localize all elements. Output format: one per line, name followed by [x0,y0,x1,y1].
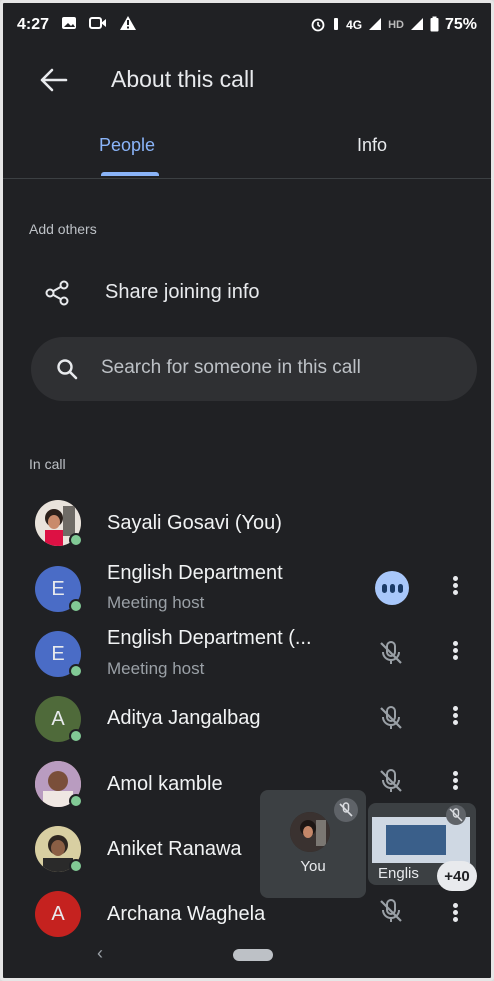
more-options-icon[interactable] [447,574,463,602]
signal-icon-2 [410,17,424,34]
nav-back-icon[interactable]: ‹ [97,943,103,964]
tab-selected-indicator [101,172,159,176]
participant-name: English Department [107,562,283,584]
participant-avatar: A [35,696,83,743]
mic-off-icon [334,798,358,822]
self-video-thumbnail [290,812,330,852]
more-options-icon[interactable] [447,901,463,929]
participant-avatar [35,761,83,808]
gallery-icon [61,16,77,35]
self-tile-label: You [300,858,326,875]
nav-home-pill[interactable] [233,949,273,961]
avatar-letter: E [51,642,65,665]
participant-name: Aniket Ranawa [107,838,242,860]
network-type: 4G [346,18,363,32]
online-status-dot [69,599,83,613]
participant-role: Meeting host [107,593,205,612]
avatar-letter: A [51,707,65,730]
participant-name: English Department (... [107,627,312,649]
more-participants-badge[interactable]: +40 [437,861,477,891]
participant-role: Meeting host [107,659,205,678]
status-time: 4:27 [17,16,50,33]
back-arrow-icon[interactable] [39,67,69,93]
meet-icon [89,16,107,35]
app-bar: About this call [3,55,491,105]
avatar-letter: E [51,577,65,600]
mic-off-icon [446,805,466,825]
participant-avatar: E [35,566,83,613]
online-status-dot [69,533,83,547]
participant-name: Amol kamble [107,773,223,795]
mic-off-icon [377,897,405,925]
participant-row[interactable]: A Archana Waghela [3,881,491,945]
battery-icon [430,16,439,35]
add-others-heading: Add others [29,221,97,237]
participant-row[interactable]: E English Department (... Meeting host [3,621,491,685]
participant-row[interactable]: A Aditya Jangalbag [3,686,491,750]
participant-avatar: E [35,631,83,678]
search-icon [55,357,79,381]
tab-bar: People Info [3,123,491,179]
online-status-dot [69,794,83,808]
share-icon [43,279,71,307]
tab-info[interactable]: Info [357,135,387,156]
alarm-icon [310,16,326,35]
page-title: About this call [111,66,255,92]
share-joining-info-button[interactable]: Share joining info [3,265,491,321]
participant-search-field[interactable]: Search for someone in this call [31,337,477,401]
participant-avatar [35,826,83,873]
in-call-heading: In call [29,456,66,472]
participant-row[interactable]: Sayali Gosavi (You) [3,491,491,555]
mic-off-icon [377,704,405,732]
speaking-indicator-icon [375,571,409,605]
participant-avatar: A [35,891,81,937]
network-type-2: HD [388,19,404,31]
participant-row[interactable]: E English Department Meeting host [3,556,491,620]
more-options-icon[interactable] [447,769,463,797]
vibrate-icon [332,17,340,34]
online-status-dot [69,729,83,743]
signal-icon [368,17,382,34]
more-options-icon[interactable] [447,704,463,732]
battery-level: 75% [444,16,477,33]
presenter-tile-label: Englis [378,865,419,882]
meet-about-call-screen: 4:27 4G HD 75% About this call People In… [0,0,494,981]
online-status-dot [69,859,83,873]
mic-off-icon [377,767,405,795]
tab-people[interactable]: People [99,135,155,156]
participant-avatar [35,500,83,547]
self-video-tile[interactable]: You [260,790,366,898]
avatar-letter: A [51,902,65,925]
status-bar: 4:27 4G HD 75% [3,3,491,47]
participant-name: Archana Waghela [107,903,266,925]
participant-name: Aditya Jangalbag [107,707,261,729]
system-navigation-bar: ‹ [3,939,491,978]
mic-off-icon [377,639,405,667]
participant-name: Sayali Gosavi (You) [107,512,282,534]
online-status-dot [69,664,83,678]
more-options-icon[interactable] [447,639,463,667]
share-joining-info-label: Share joining info [105,281,260,303]
search-placeholder: Search for someone in this call [101,357,361,378]
warning-icon [119,15,137,36]
